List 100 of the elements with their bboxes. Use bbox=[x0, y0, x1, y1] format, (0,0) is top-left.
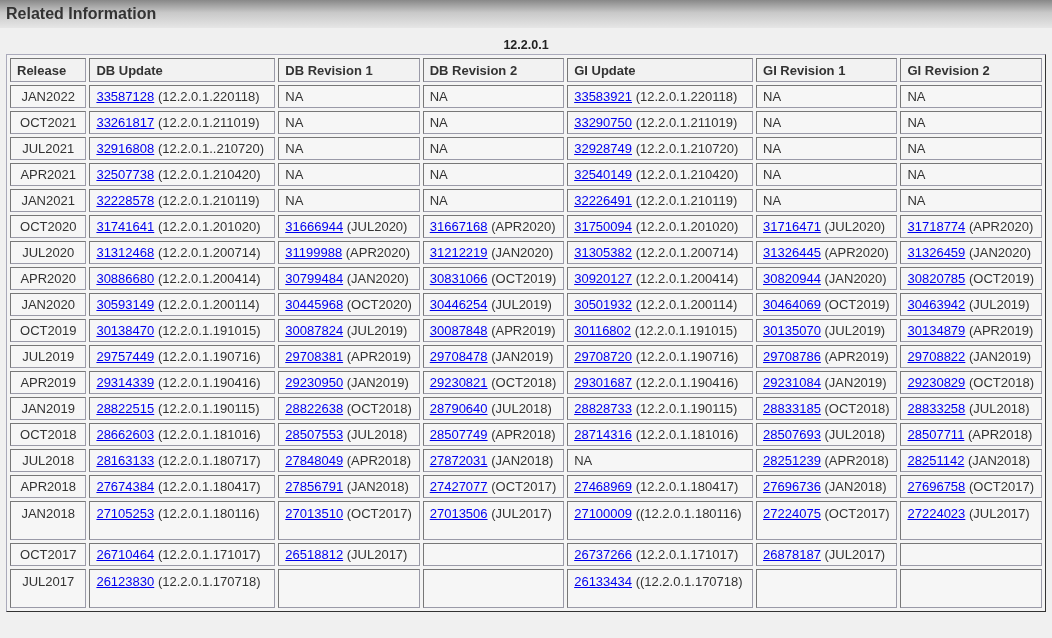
patch-link[interactable]: 30134879 bbox=[907, 323, 966, 338]
patch-link[interactable]: 30820785 bbox=[907, 271, 966, 286]
patch-link[interactable]: 28822515 bbox=[96, 401, 155, 416]
patch-link[interactable]: 26518812 bbox=[285, 547, 344, 562]
patch-link[interactable]: 31326445 bbox=[763, 245, 821, 260]
patch-link[interactable]: 31667168 bbox=[429, 219, 488, 234]
patch-link[interactable]: 31312468 bbox=[96, 245, 155, 260]
version-note: (JUL2018) bbox=[346, 427, 408, 442]
patch-link[interactable]: 28507749 bbox=[429, 427, 488, 442]
patch-link[interactable]: 30463942 bbox=[907, 297, 966, 312]
version-note: (12.2.0.1.210720) bbox=[635, 141, 739, 156]
patch-link[interactable]: 32507738 bbox=[96, 167, 155, 182]
patch-link[interactable]: 29757449 bbox=[96, 349, 155, 364]
patch-link[interactable]: 27848049 bbox=[285, 453, 344, 468]
version-note: (APR2018) bbox=[346, 453, 412, 468]
patch-link[interactable]: 30446254 bbox=[429, 297, 488, 312]
patch-link[interactable]: 28507711 bbox=[907, 427, 965, 442]
patch-link[interactable]: 28833185 bbox=[763, 401, 821, 416]
patch-link[interactable]: 27674384 bbox=[96, 479, 155, 494]
patch-link[interactable]: 30820944 bbox=[763, 271, 821, 286]
patch-link[interactable]: 27696758 bbox=[907, 479, 966, 494]
table-cell: NA bbox=[278, 163, 420, 186]
patch-link[interactable]: 33583921 bbox=[574, 89, 632, 104]
patch-link[interactable]: 28507553 bbox=[285, 427, 344, 442]
patch-link[interactable]: 26710464 bbox=[96, 547, 155, 562]
patch-link[interactable]: 29230950 bbox=[285, 375, 344, 390]
patch-link[interactable]: 30593149 bbox=[96, 297, 155, 312]
patch-link[interactable]: 27468969 bbox=[574, 479, 632, 494]
patch-link[interactable]: 28828733 bbox=[574, 401, 632, 416]
patch-link[interactable]: 27013506 bbox=[429, 506, 488, 521]
patch-link[interactable]: 26133434 bbox=[574, 574, 632, 589]
patch-link[interactable]: 28790640 bbox=[429, 401, 488, 416]
patch-link[interactable]: 26123830 bbox=[96, 574, 155, 589]
patch-link[interactable]: 28251142 bbox=[907, 453, 965, 468]
patch-link[interactable]: 29708720 bbox=[574, 349, 632, 364]
patch-link[interactable]: 31750094 bbox=[574, 219, 632, 234]
patch-link[interactable]: 29230821 bbox=[429, 375, 488, 390]
patch-link[interactable]: 32228578 bbox=[96, 193, 155, 208]
patch-link[interactable]: 27872031 bbox=[429, 453, 488, 468]
patch-link[interactable]: 28662603 bbox=[96, 427, 155, 442]
patch-link[interactable]: 27224023 bbox=[907, 506, 966, 521]
patch-link[interactable]: 31212219 bbox=[429, 245, 488, 260]
patch-link[interactable]: 31718774 bbox=[907, 219, 966, 234]
table-cell: NA bbox=[422, 163, 565, 186]
patch-link[interactable]: 27224075 bbox=[763, 506, 821, 521]
patch-link[interactable]: 30135070 bbox=[763, 323, 821, 338]
patch-link[interactable]: 29231084 bbox=[763, 375, 821, 390]
version-note: (JUL2020) bbox=[346, 219, 408, 234]
patch-link[interactable]: 26878187 bbox=[763, 547, 821, 562]
patch-link[interactable]: 32928749 bbox=[574, 141, 632, 156]
patch-link[interactable]: 30886680 bbox=[96, 271, 155, 286]
version-note: (APR2020) bbox=[968, 219, 1034, 234]
patch-link[interactable]: 30831066 bbox=[429, 271, 488, 286]
patch-link[interactable]: 28251239 bbox=[763, 453, 821, 468]
patch-link[interactable]: 30087824 bbox=[285, 323, 344, 338]
patch-link[interactable]: 28833258 bbox=[907, 401, 966, 416]
patch-link[interactable]: 28163133 bbox=[96, 453, 155, 468]
patch-link[interactable]: 31199988 bbox=[285, 245, 343, 260]
version-note: (APR2018) bbox=[968, 427, 1033, 442]
version-note: (12.2.0.1.180417) bbox=[157, 479, 261, 494]
patch-link[interactable]: 30116802 bbox=[574, 323, 632, 338]
patch-link[interactable]: 30464069 bbox=[763, 297, 821, 312]
patch-link[interactable]: 31326459 bbox=[907, 245, 966, 260]
version-note: (OCT2017) bbox=[968, 479, 1034, 494]
patch-link[interactable]: 33261817 bbox=[96, 115, 155, 130]
table-cell: NA bbox=[900, 163, 1042, 186]
patch-link[interactable]: 27856791 bbox=[285, 479, 344, 494]
patch-link[interactable]: 27100009 bbox=[574, 506, 632, 521]
patch-link[interactable]: 31741641 bbox=[96, 219, 155, 234]
patch-link[interactable]: 32916808 bbox=[96, 141, 155, 156]
patch-link[interactable]: 32226491 bbox=[574, 193, 632, 208]
patch-link[interactable]: 27696736 bbox=[763, 479, 821, 494]
patch-link[interactable]: 33290750 bbox=[574, 115, 632, 130]
patch-link[interactable]: 31305382 bbox=[574, 245, 632, 260]
patch-link[interactable]: 30138470 bbox=[96, 323, 155, 338]
version-note: (OCT2019) bbox=[824, 297, 890, 312]
patch-link[interactable]: 30445968 bbox=[285, 297, 344, 312]
patch-link[interactable]: 33587128 bbox=[96, 89, 155, 104]
patch-link[interactable]: 29230829 bbox=[907, 375, 966, 390]
patch-link[interactable]: 30799484 bbox=[285, 271, 344, 286]
patch-link[interactable]: 29708381 bbox=[285, 349, 344, 364]
patch-link[interactable]: 29314339 bbox=[96, 375, 155, 390]
patch-link[interactable]: 26737266 bbox=[574, 547, 632, 562]
patch-link[interactable]: 30501932 bbox=[574, 297, 632, 312]
patch-link[interactable]: 28714316 bbox=[574, 427, 632, 442]
patch-link[interactable]: 29708822 bbox=[907, 349, 966, 364]
patch-link[interactable]: 30920127 bbox=[574, 271, 632, 286]
patch-link[interactable]: 27105253 bbox=[96, 506, 155, 521]
patch-link[interactable]: 32540149 bbox=[574, 167, 632, 182]
patch-link[interactable]: 29301687 bbox=[574, 375, 632, 390]
table-cell: NA bbox=[756, 137, 898, 160]
patch-link[interactable]: 31716471 bbox=[763, 219, 821, 234]
patch-link[interactable]: 28507693 bbox=[763, 427, 821, 442]
patch-link[interactable]: 30087848 bbox=[429, 323, 488, 338]
patch-link[interactable]: 27013510 bbox=[285, 506, 344, 521]
patch-link[interactable]: 28822638 bbox=[285, 401, 344, 416]
patch-link[interactable]: 27427077 bbox=[429, 479, 488, 494]
patch-link[interactable]: 29708786 bbox=[763, 349, 821, 364]
patch-link[interactable]: 31666944 bbox=[285, 219, 344, 234]
patch-link[interactable]: 29708478 bbox=[429, 349, 488, 364]
